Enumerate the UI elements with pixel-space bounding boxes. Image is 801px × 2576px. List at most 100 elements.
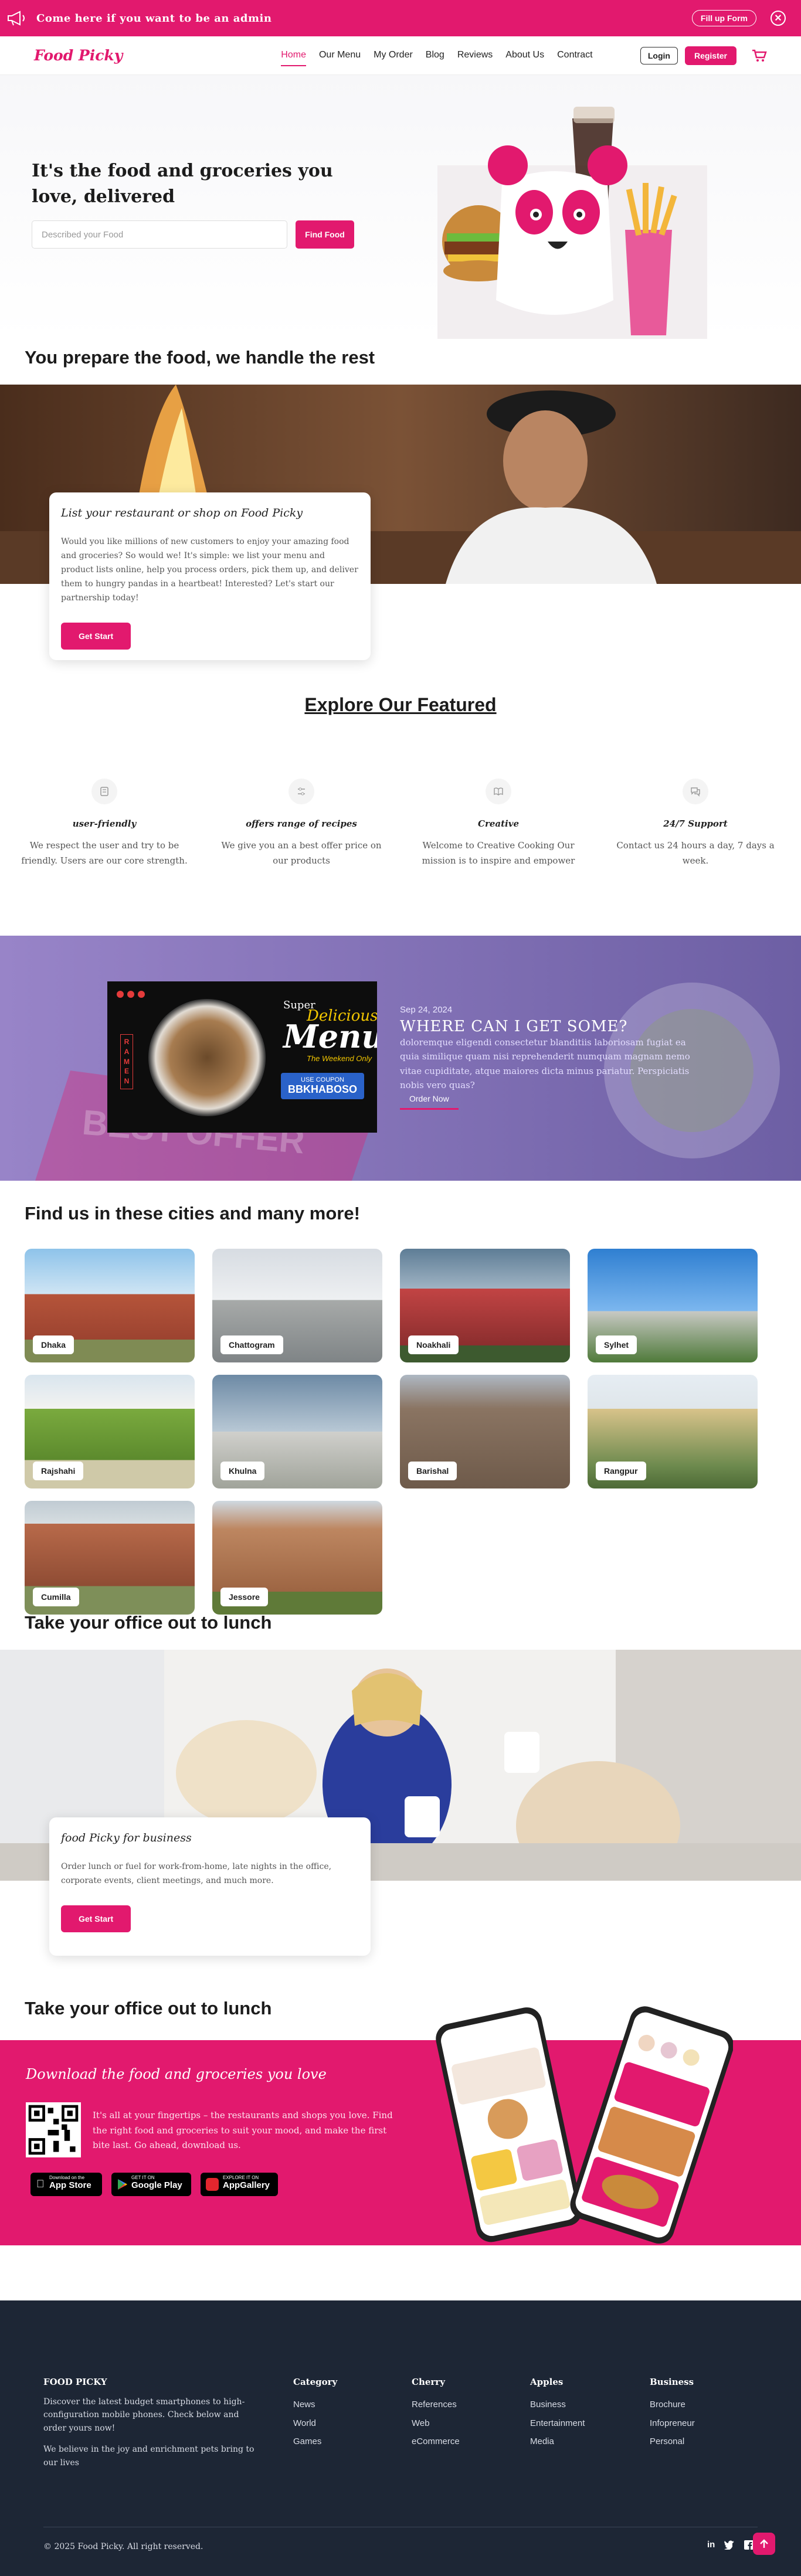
poster-coupon-label: USE COUPON xyxy=(301,1076,344,1083)
city-card-noakhali[interactable]: Noakhali xyxy=(400,1249,570,1362)
register-button[interactable]: Register xyxy=(684,46,736,65)
linkedin-icon[interactable]: in xyxy=(707,2540,715,2550)
partner-card: List your restaurant or shop on Food Pic… xyxy=(49,492,371,660)
footer-column: Category News World Games xyxy=(293,2377,337,2451)
poster-menu: Menu xyxy=(283,1018,377,1055)
feature-item: 24/7 Support Contact us 24 hours a day, … xyxy=(607,779,783,868)
close-icon[interactable]: ✕ xyxy=(771,11,786,26)
footer-link[interactable]: Business xyxy=(530,2395,585,2414)
footer-link[interactable]: eCommerce xyxy=(412,2432,460,2451)
city-card-sylhet[interactable]: Sylhet xyxy=(588,1249,758,1362)
city-card-dhaka[interactable]: Dhaka xyxy=(25,1249,195,1362)
google-play-badge[interactable]: GET IT ON Google Play xyxy=(111,2173,191,2196)
city-card-rangpur[interactable]: Rangpur xyxy=(588,1375,758,1488)
footer-link[interactable]: Personal xyxy=(650,2432,695,2451)
store-small-text: GET IT ON xyxy=(131,2175,155,2180)
partner-section: You prepare the food, we handle the rest… xyxy=(0,339,801,679)
promo-text: doloremque eligendi consectetur blanditi… xyxy=(400,1037,690,1090)
nav-menu: Home Our Menu My Order Blog Reviews Abou… xyxy=(281,45,593,66)
footer-link[interactable]: Brochure xyxy=(650,2395,695,2414)
footer-link[interactable]: World xyxy=(293,2414,337,2433)
megaphone-icon xyxy=(8,11,25,26)
login-button[interactable]: Login xyxy=(640,46,678,64)
food-search-input[interactable]: Described your Food xyxy=(32,220,287,249)
store-name: AppGallery xyxy=(223,2180,270,2190)
admin-announcement-bar: Come here if you want to be an admin Fil… xyxy=(0,0,801,36)
main-navbar: Food Picky Home Our Menu My Order Blog R… xyxy=(0,36,801,75)
chat-icon xyxy=(683,779,708,804)
footer-column-title: Apples xyxy=(530,2377,564,2387)
footer-link[interactable]: Web xyxy=(412,2414,460,2433)
nav-item-about-us[interactable]: About Us xyxy=(505,45,544,66)
footer-link[interactable]: News xyxy=(293,2395,337,2414)
city-label: Cumilla xyxy=(33,1588,79,1606)
menu-poster: RAMEN Super Delicious Menu The Weekend O… xyxy=(107,981,377,1133)
city-card-khulna[interactable]: Khulna xyxy=(212,1375,382,1488)
store-small-text: EXPLORE IT ON xyxy=(223,2175,259,2180)
nav-item-my-order[interactable]: My Order xyxy=(374,45,413,66)
promo-date: Sep 24, 2024 xyxy=(400,1005,453,1015)
order-now-button[interactable]: Order Now xyxy=(400,1089,459,1110)
feature-title: Creative xyxy=(478,818,519,829)
footer-about: FOOD PICKY Discover the latest budget sm… xyxy=(43,2377,254,2469)
footer-column: Apples Business Entertainment Media xyxy=(530,2377,585,2451)
footer-link[interactable]: Media xyxy=(530,2432,585,2451)
cities-section: Find us in these cities and many more! D… xyxy=(0,1181,801,1650)
poster-tag: The Weekend Only xyxy=(307,1054,372,1063)
nav-item-our-menu[interactable]: Our Menu xyxy=(319,45,361,66)
appgallery-badge[interactable]: EXPLORE IT ON AppGallery xyxy=(201,2173,278,2196)
footer-about-text: Discover the latest budget smartphones t… xyxy=(43,2397,245,2433)
store-name: Google Play xyxy=(131,2180,182,2190)
panda-food-illustration xyxy=(437,107,707,339)
nav-item-home[interactable]: Home xyxy=(281,45,306,66)
site-footer: FOOD PICKY Discover the latest budget sm… xyxy=(0,2300,801,2576)
city-card-cumilla[interactable]: Cumilla xyxy=(25,1501,195,1615)
facebook-icon[interactable] xyxy=(744,2540,754,2550)
fill-up-form-button[interactable]: Fill up Form xyxy=(691,10,756,26)
business-card: food Picky for business Order lunch or f… xyxy=(49,1817,371,1956)
business-title: Take your office out to lunch xyxy=(25,1612,272,1633)
nav-item-blog[interactable]: Blog xyxy=(426,45,444,66)
twitter-icon[interactable] xyxy=(724,2540,735,2550)
app-store-badge[interactable]:  Download on the App Store xyxy=(30,2173,102,2196)
footer-column-title: Category xyxy=(293,2377,338,2387)
back-to-top-button[interactable] xyxy=(753,2533,775,2555)
city-label: Noakhali xyxy=(408,1335,459,1354)
city-label: Chattogram xyxy=(220,1335,283,1354)
feature-text: We respect the user and try to be friend… xyxy=(21,840,188,866)
logo[interactable]: Food Picky xyxy=(34,47,123,64)
city-label: Sylhet xyxy=(596,1335,637,1354)
city-card-rajshahi[interactable]: Rajshahi xyxy=(25,1375,195,1488)
qr-code xyxy=(26,2102,81,2157)
business-card-text: Order lunch or fuel for work-from-home, … xyxy=(61,1862,332,1886)
city-label: Jessore xyxy=(220,1588,268,1606)
cities-title: Find us in these cities and many more! xyxy=(25,1203,360,1224)
city-label: Rajshahi xyxy=(33,1462,84,1480)
nav-item-reviews[interactable]: Reviews xyxy=(457,45,493,66)
find-food-button[interactable]: Find Food xyxy=(296,220,354,249)
footer-link[interactable]: Infopreneur xyxy=(650,2414,695,2433)
partner-get-start-button[interactable]: Get Start xyxy=(61,623,131,650)
hero-title: It's the food and groceries you love, de… xyxy=(32,161,333,207)
copyright: © 2025 Food Picky. All right reserved. xyxy=(43,2542,203,2551)
footer-link[interactable]: Entertainment xyxy=(530,2414,585,2433)
footer-link[interactable]: References xyxy=(412,2395,460,2414)
footer-link[interactable]: Games xyxy=(293,2432,337,2451)
ramen-bowl-image xyxy=(148,999,266,1116)
footer-logo[interactable]: FOOD PICKY xyxy=(43,2377,254,2387)
city-card-chattogram[interactable]: Chattogram xyxy=(212,1249,382,1362)
city-label: Rangpur xyxy=(596,1462,646,1480)
store-small-text: Download on the xyxy=(49,2175,85,2180)
city-card-barishal[interactable]: Barishal xyxy=(400,1375,570,1488)
featured-title: Explore Our Featured xyxy=(304,694,497,715)
nav-item-contract[interactable]: Contract xyxy=(557,45,592,66)
business-section: Take your office out to lunch food Picky… xyxy=(0,1612,801,2001)
gift-icon xyxy=(91,779,117,804)
section-title: You prepare the food, we handle the rest xyxy=(25,347,375,368)
google-play-icon xyxy=(118,2179,127,2190)
business-get-start-button[interactable]: Get Start xyxy=(61,1905,131,1933)
footer-about-text-2: We believe in the joy and enrichment pet… xyxy=(43,2445,254,2468)
cart-icon[interactable] xyxy=(752,49,767,62)
city-card-jessore[interactable]: Jessore xyxy=(212,1501,382,1615)
partner-card-text: Would you like millions of new customers… xyxy=(61,537,358,603)
